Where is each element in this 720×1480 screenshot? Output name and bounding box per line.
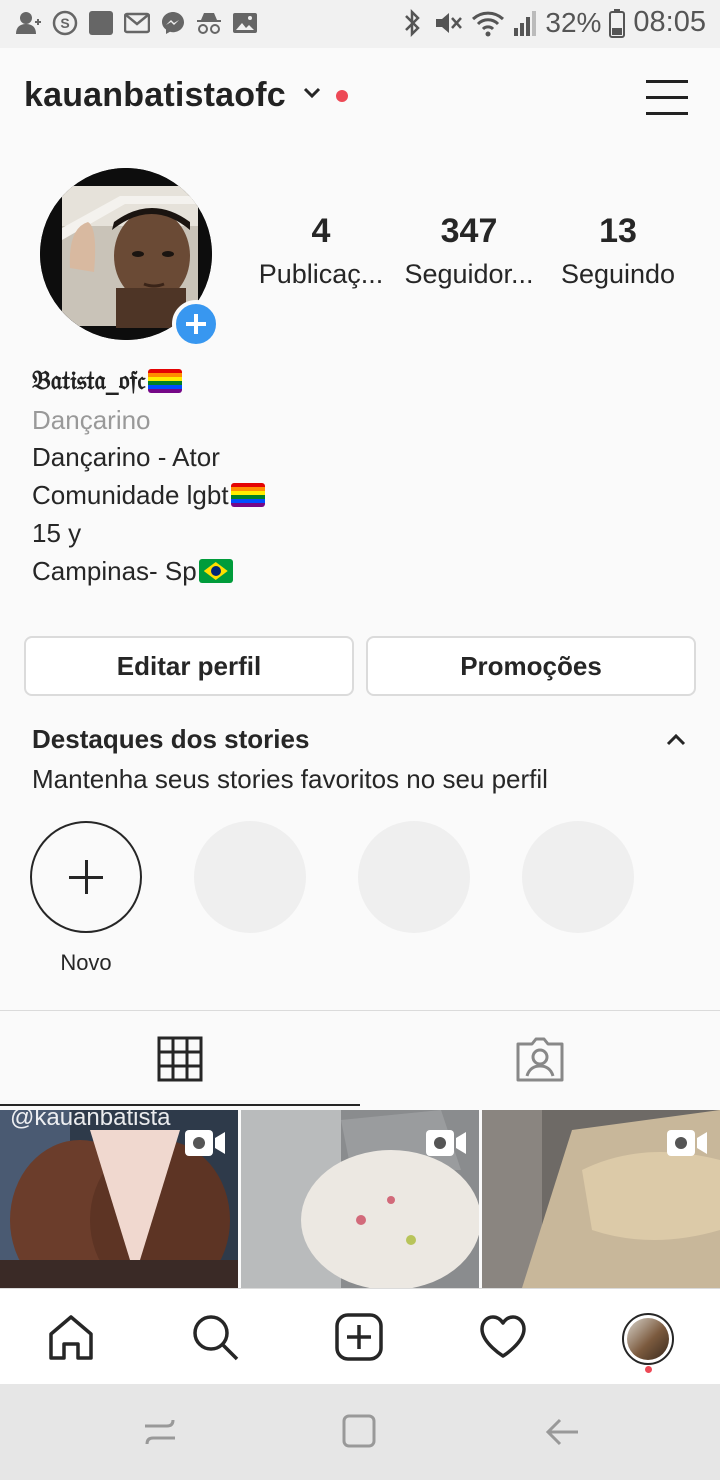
video-icon [667,1130,707,1156]
followers-count[interactable]: 347 Seguidor... [399,212,539,290]
stat-label: Seguindo [560,259,676,289]
nav-search[interactable] [187,1309,243,1365]
stat-value: 347 [440,212,498,250]
s-app-icon: S [52,10,78,36]
add-contact-icon [16,12,41,34]
display-name-row: 𝔅𝔞𝔱𝔦𝔰𝔱𝔞_𝔬𝔣𝔠 [32,364,265,398]
svg-text:S: S [60,15,69,31]
bluetooth-icon [405,8,421,37]
highlight-placeholder [358,821,470,933]
profile-bio: 𝔅𝔞𝔱𝔦𝔰𝔱𝔞_𝔬𝔣𝔠 Dançarino Dançarino - Ator C… [32,364,265,590]
app-square-icon [89,11,113,35]
post-thumbnail[interactable] [482,1110,720,1288]
battery-icon [609,8,626,38]
bio-line-text: Campinas- Sp [32,556,197,586]
post-thumbnail[interactable] [241,1110,479,1288]
nav-activity[interactable] [475,1309,531,1365]
chevron-up-icon[interactable] [664,732,688,748]
tab-grid[interactable] [0,1011,360,1107]
incognito-icon [197,13,221,34]
highlights-subtitle: Mantenha seus stories favoritos no seu p… [32,764,548,794]
nav-profile[interactable] [622,1313,674,1365]
profile-category: Dançarino [32,405,151,435]
menu-icon[interactable] [644,78,690,116]
tagged-person-icon [516,1037,564,1082]
highlights-title: Destaques dos stories [32,724,310,754]
recent-apps-icon[interactable] [140,1412,180,1452]
status-bar: S 32% 08:05 [0,0,720,48]
bio-line: Dançarino - Ator [32,442,220,472]
wifi-icon [472,11,505,36]
video-icon [185,1130,225,1156]
signal-icon [514,10,537,36]
tab-tagged[interactable] [360,1011,720,1107]
home-icon [49,1315,93,1360]
stat-label: Publicaç... [258,259,384,289]
system-navigation-bar [0,1384,720,1480]
nav-home[interactable] [43,1309,99,1365]
promotions-button[interactable]: Promoções [366,636,696,696]
battery-percent: 32% [545,6,602,38]
grid-icon [157,1036,203,1082]
profile-header: kauanbatistaofc [0,48,720,148]
bio-line: 15 y [32,518,82,548]
post-thumbnail[interactable]: @kauanbatista [0,1110,238,1288]
rainbow-flag-icon [147,369,182,393]
following-count[interactable]: 13 Seguindo [548,212,688,290]
bottom-navigation [0,1288,720,1384]
posts-grid: @kauanbatista [0,1110,720,1288]
gmail-icon [124,12,150,34]
edit-profile-button[interactable]: Editar perfil [24,636,354,696]
display-name: 𝔅𝔞𝔱𝔦𝔰𝔱𝔞_𝔬𝔣𝔠 [32,365,146,396]
clock: 08:05 [633,6,706,38]
bio-line: Comunidade lgbt [32,476,265,514]
mute-icon [436,12,463,33]
home-button-icon[interactable] [340,1412,380,1452]
notification-dot [336,90,348,102]
new-highlight-button[interactable] [30,821,142,933]
notification-dot [645,1366,652,1373]
stat-value: 13 [599,212,637,250]
video-icon [426,1130,466,1156]
add-story-button[interactable] [172,300,220,348]
rainbow-flag-icon [230,483,265,507]
heart-icon [480,1315,526,1358]
back-icon[interactable] [542,1412,582,1452]
account-switcher[interactable]: kauanbatistaofc [24,76,286,115]
messenger-icon [162,12,184,34]
bio-line: Campinas- Sp [32,552,265,590]
bio-line-text: Comunidade lgbt [32,480,229,510]
post-watermark: @kauanbatista [10,1110,171,1131]
active-tab-indicator [0,1104,360,1106]
avatar [627,1318,669,1360]
brazil-flag-icon [198,559,233,583]
new-highlight-label: Novo [60,950,112,975]
add-post-icon [335,1313,383,1361]
highlight-placeholder [194,821,306,933]
gallery-icon [233,13,257,33]
highlight-placeholder [522,821,634,933]
chevron-down-icon[interactable] [302,86,322,100]
search-icon [193,1315,239,1361]
nav-new-post[interactable] [331,1309,387,1365]
posts-count[interactable]: 4 Publicaç... [251,212,391,290]
stat-value: 4 [311,212,331,250]
stat-label: Seguidor... [404,259,534,289]
